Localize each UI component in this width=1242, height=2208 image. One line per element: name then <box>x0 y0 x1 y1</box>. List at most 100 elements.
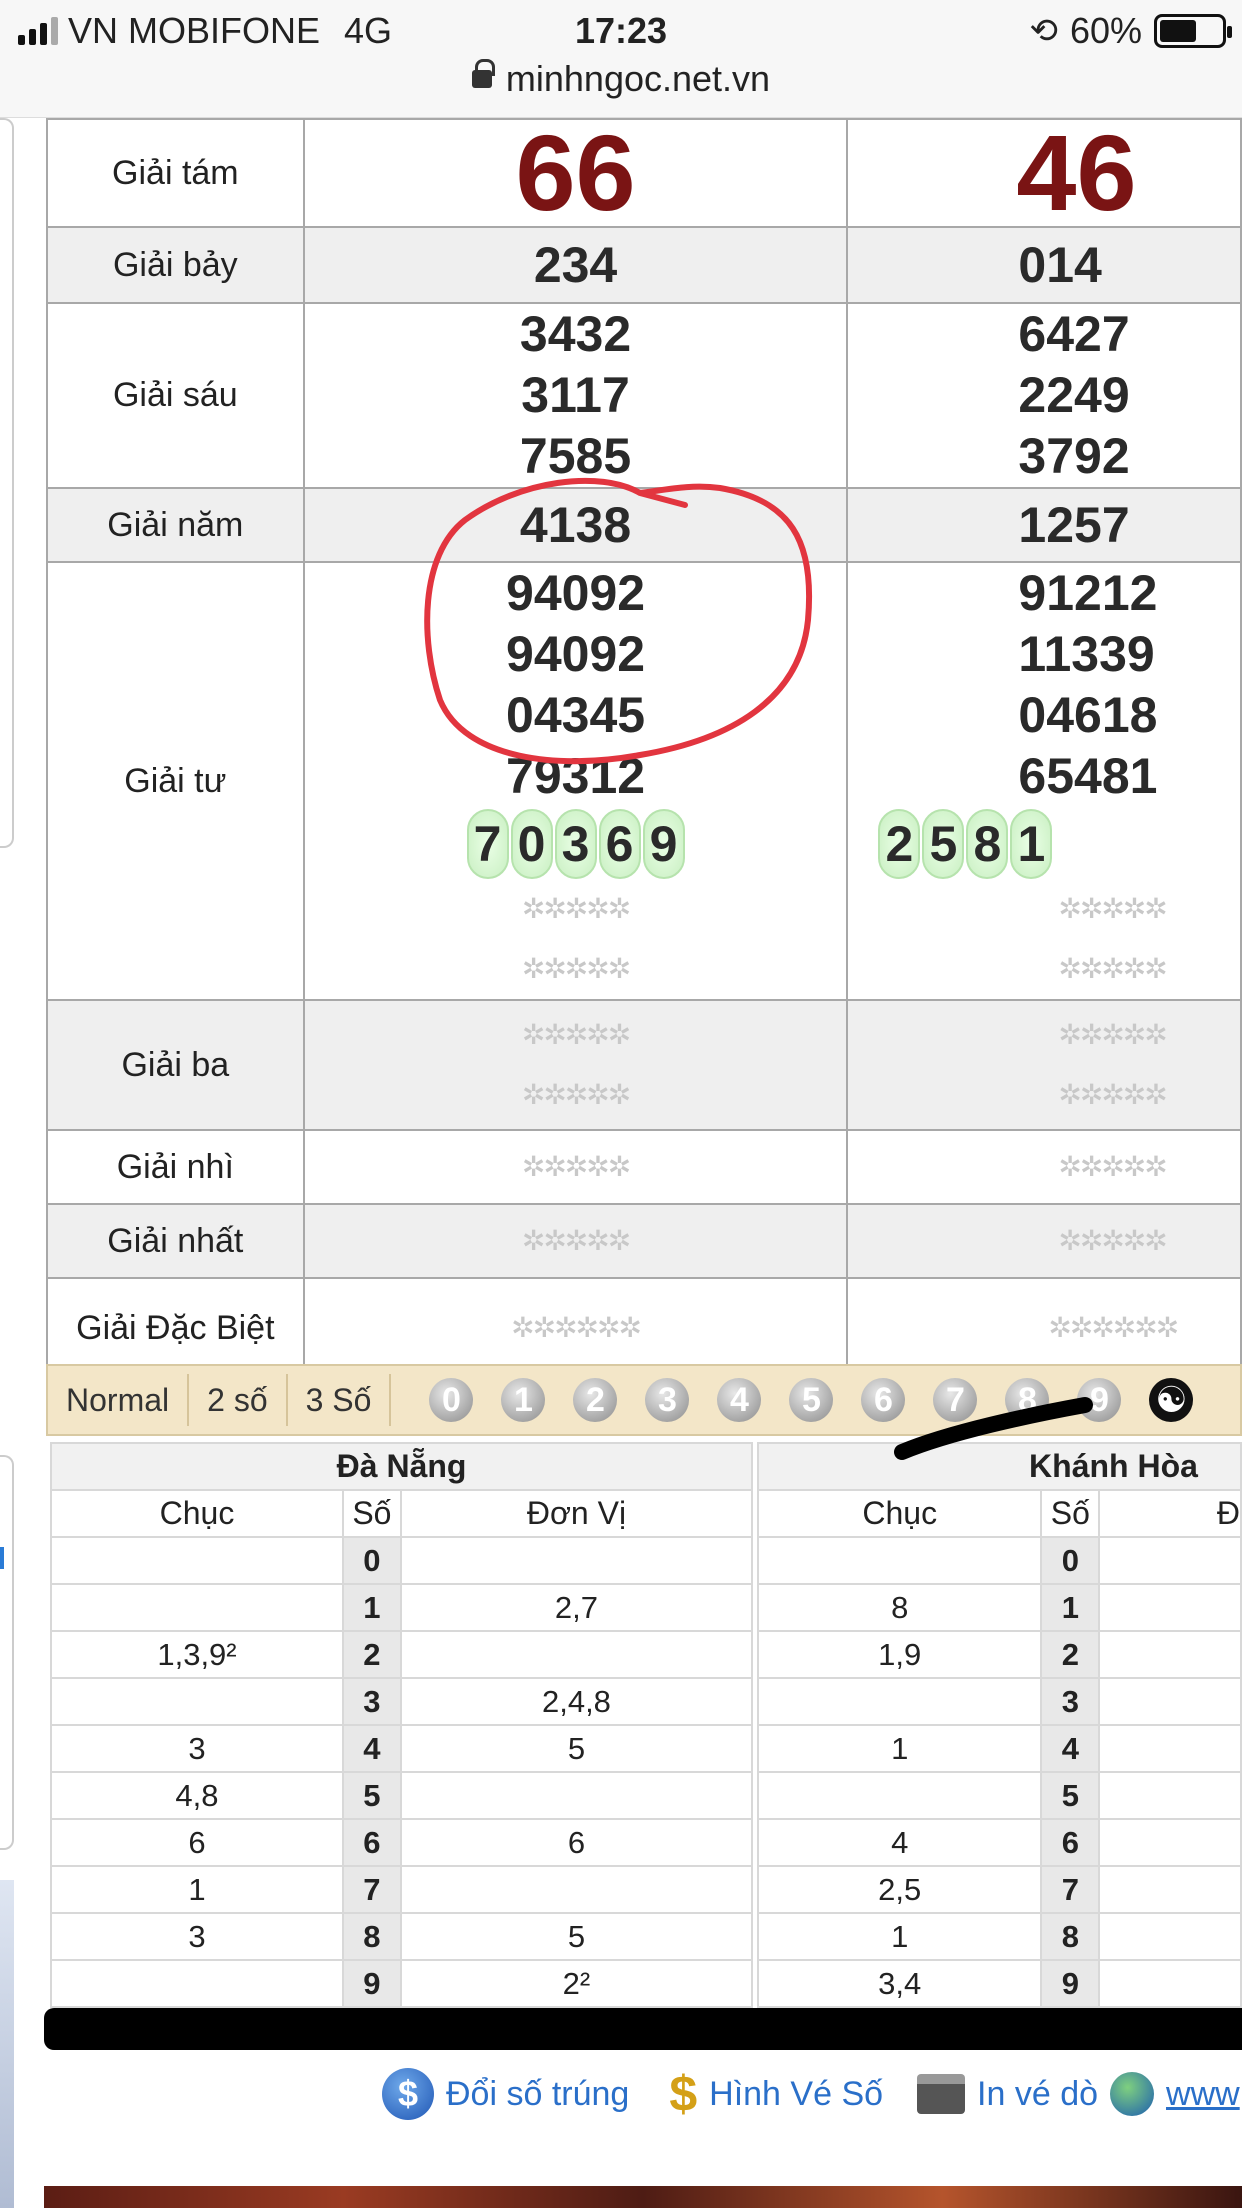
digit-7-button[interactable]: 7 <box>933 1378 978 1422</box>
digit-3-button[interactable]: 3 <box>645 1378 690 1422</box>
column-header: Chục <box>50 1489 344 1538</box>
prize-label: Giải bảy <box>46 226 305 304</box>
url-text[interactable]: minhngoc.net.vn <box>506 58 770 100</box>
loto-row: 66646 <box>50 1818 1242 1867</box>
side-panel-edge <box>0 118 14 848</box>
loto-table: Đà Nẵng Khánh Hòa Chục Số Đơn Vị Chục Số… <box>49 1442 1242 2008</box>
loto-values <box>50 1959 344 2008</box>
prize-label: Giải sáu <box>46 302 305 489</box>
loto-values <box>399 1630 754 1679</box>
loto-row: 1 2,7 8 1 <box>50 1583 1242 1632</box>
loto-values <box>50 1536 344 1585</box>
side-image <box>0 1880 14 2208</box>
rolling-digit: 1 <box>1010 809 1053 879</box>
loto-values: 2² <box>399 1959 754 2008</box>
prize-number: 3117 <box>521 367 630 423</box>
digit-0-button[interactable]: 0 <box>429 1378 474 1422</box>
prize-number: 79312 <box>506 748 646 804</box>
loto-digit: 4 <box>1040 1724 1101 1773</box>
loto-digit: 1 <box>1040 1583 1101 1632</box>
loto-digit: 7 <box>1040 1865 1101 1914</box>
loto-digit: 0 <box>1040 1536 1101 1585</box>
loto-row: 1,3,9² 2 1,9 2 <box>50 1630 1242 1679</box>
prize-number: 04345 <box>506 687 646 743</box>
digit-2-button[interactable]: 2 <box>573 1378 618 1422</box>
loto-values: 4,8 <box>50 1771 344 1820</box>
yin-yang-icon[interactable]: ☯ <box>1149 1378 1194 1422</box>
dollar-sign-icon[interactable]: $ <box>669 2065 697 2123</box>
loto-values <box>1098 1583 1242 1632</box>
digit-9-button[interactable]: 9 <box>1077 1378 1122 1422</box>
pending-number: ✲✲✲✲✲ <box>1058 1225 1167 1256</box>
loto-values: 3 <box>50 1912 344 1961</box>
pending-number: ✲✲✲✲✲ <box>521 953 631 984</box>
loto-digit: 9 <box>341 1959 402 2008</box>
loto-row: 38518 <box>50 1912 1242 1961</box>
pending-number: ✲✲✲✲✲ <box>1058 893 1167 924</box>
rotation-lock-icon: ⟲ <box>1029 12 1058 50</box>
digit-5-button[interactable]: 5 <box>789 1378 834 1422</box>
printer-icon[interactable] <box>917 2074 966 2114</box>
loto-digit: 7 <box>341 1865 402 1914</box>
digit-filters: 0 1 2 3 4 5 6 7 8 9 ☯ <box>429 1378 1194 1422</box>
digit-6-button[interactable]: 6 <box>861 1378 906 1422</box>
loto-values: 2,7 <box>399 1583 754 1632</box>
loto-digit: 6 <box>1040 1818 1101 1867</box>
globe-icon[interactable] <box>1110 2072 1155 2116</box>
filter-2-digit-button[interactable]: 2 số <box>189 1374 288 1426</box>
pending-number: ✲✲✲✲✲ <box>1058 1151 1167 1182</box>
loto-values: 1 <box>757 1724 1043 1773</box>
column-header: Số <box>341 1489 402 1538</box>
digit-4-button[interactable]: 4 <box>717 1378 762 1422</box>
prize-number: 4138 <box>519 496 632 553</box>
results-table: Giải tám 66 46 Giải bảy 234 014 Giải sáu… <box>46 118 1242 1379</box>
loto-values: 2,5 <box>757 1865 1043 1914</box>
doi-so-link[interactable]: Đổi số trúng <box>446 2075 629 2114</box>
loto-digit: 3 <box>1040 1677 1101 1726</box>
prize-label: Giải năm <box>46 487 305 563</box>
www-link[interactable]: www <box>1166 2075 1240 2114</box>
loto-values: 1,3,9² <box>50 1630 344 1679</box>
pending-number: ✲✲✲✲✲ <box>521 893 631 924</box>
loto-values: 1 <box>50 1865 344 1914</box>
prize-number: 94092 <box>506 626 646 682</box>
filter-normal-button[interactable]: Normal <box>48 1374 190 1426</box>
prize-label: Giải nhất <box>46 1203 305 1279</box>
digit-8-button[interactable]: 8 <box>1005 1378 1050 1422</box>
rolling-digit: 8 <box>966 809 1009 879</box>
loto-values: 5 <box>399 1912 754 1961</box>
loto-row: 9 2² 3,4 9 <box>50 1959 1242 2008</box>
digit-1-button[interactable]: 1 <box>501 1378 546 1422</box>
rolling-digit: 6 <box>598 809 641 879</box>
footer-links: $ Đổi số trúng $ Hình Vé Số In vé dò www <box>382 2065 1240 2123</box>
loto-digit: 6 <box>341 1818 402 1867</box>
pending-number: ✲✲✲✲✲ <box>1058 953 1167 984</box>
prize-label: Giải Đặc Biệt <box>46 1277 305 1379</box>
loto-values: 3,4 <box>757 1959 1043 2008</box>
province-right: Khánh Hòa <box>757 1442 1242 1491</box>
hinh-ve-link[interactable]: Hình Vé Số <box>709 2075 883 2114</box>
loto-values: 8 <box>757 1583 1043 1632</box>
loto-values: 1,9 <box>757 1630 1043 1679</box>
filter-3-digit-button[interactable]: 3 Số <box>288 1374 392 1426</box>
loto-digit: 0 <box>341 1536 402 1585</box>
rolling-number: 2581 <box>849 809 1239 879</box>
loto-values <box>399 1771 754 1820</box>
province-left: Đà Nẵng <box>49 1442 754 1491</box>
dollar-coin-icon[interactable]: $ <box>382 2068 434 2120</box>
loto-row: 3 2,4,8 3 <box>50 1677 1242 1726</box>
battery-percent: 60% <box>1069 10 1142 51</box>
address-bar[interactable]: minhngoc.net.vn <box>0 58 1242 100</box>
prize-number: 3792 <box>1018 428 1130 484</box>
loto-digit: 8 <box>341 1912 402 1961</box>
battery-area: ⟲ 60% <box>1029 10 1232 52</box>
prize-number: 6427 <box>1018 306 1130 362</box>
loto-values <box>757 1771 1043 1820</box>
rolling-digit: 5 <box>922 809 965 879</box>
in-ve-link[interactable]: In vé dò <box>977 2075 1098 2114</box>
loto-digit: 5 <box>1040 1771 1101 1820</box>
column-header: Số <box>1040 1489 1101 1538</box>
loto-values <box>399 1536 754 1585</box>
loto-values: 4 <box>757 1818 1043 1867</box>
battery-icon <box>1154 14 1232 48</box>
